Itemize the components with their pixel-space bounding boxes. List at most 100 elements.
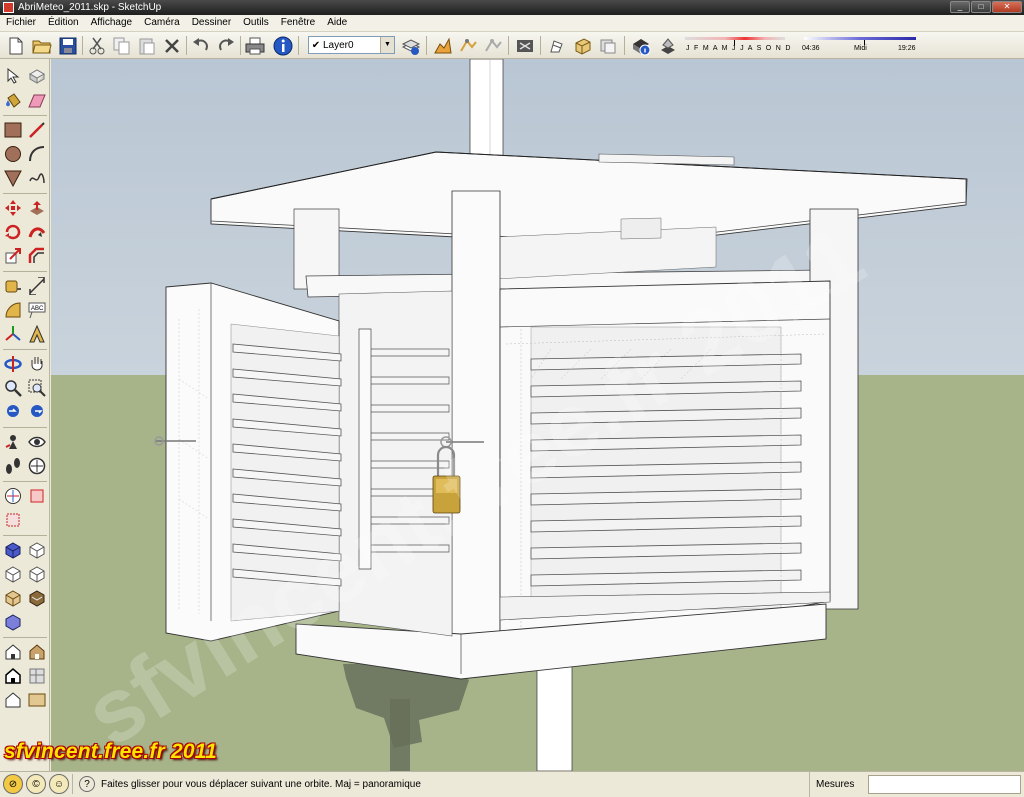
- menu-outils[interactable]: Outils: [237, 15, 275, 31]
- print-icon[interactable]: [244, 35, 265, 56]
- offset-icon[interactable]: [26, 245, 48, 267]
- follow-me-icon[interactable]: [26, 221, 48, 243]
- push-pull-icon[interactable]: [26, 197, 48, 219]
- right-view-icon[interactable]: [26, 563, 48, 585]
- copy-icon[interactable]: [111, 35, 132, 56]
- components-icon[interactable]: [457, 35, 478, 56]
- get-models-icon[interactable]: [546, 35, 567, 56]
- display-shadows-icon[interactable]: [657, 35, 678, 56]
- freehand-icon[interactable]: [26, 167, 48, 189]
- tape-measure-icon[interactable]: [2, 275, 24, 297]
- redo-icon[interactable]: [215, 35, 236, 56]
- share-model-icon[interactable]: [572, 35, 593, 56]
- back-edges-icon[interactable]: [26, 485, 48, 507]
- protractor-icon[interactable]: [2, 299, 24, 321]
- measures-input[interactable]: [868, 775, 1021, 794]
- top-view-icon[interactable]: [26, 539, 48, 561]
- credits-icon[interactable]: ©: [26, 774, 46, 794]
- left-view-icon[interactable]: [26, 587, 48, 609]
- zoom-extents-icon[interactable]: [26, 401, 48, 423]
- styles-icon[interactable]: [482, 35, 503, 56]
- menu-fichier[interactable]: Fichier: [0, 15, 42, 31]
- hidden-line-icon[interactable]: [26, 641, 48, 663]
- rotate-icon[interactable]: [2, 221, 24, 243]
- month-slider-handle[interactable]: [734, 40, 735, 45]
- front-view-icon[interactable]: [2, 563, 24, 585]
- select-icon[interactable]: [2, 65, 24, 87]
- svg-text:ABC: ABC: [31, 306, 44, 312]
- eraser-icon[interactable]: [26, 90, 48, 112]
- menu-dessiner[interactable]: Dessiner: [186, 15, 237, 31]
- back-view-icon[interactable]: [2, 587, 24, 609]
- maximize-button[interactable]: □: [971, 1, 991, 13]
- month-gradient: [685, 37, 785, 40]
- chevron-down-icon[interactable]: ▼: [380, 37, 394, 53]
- xray-icon[interactable]: [2, 485, 24, 507]
- shadow-panel: J F M A M J J A S O N D 04:36 Midi 19:26: [684, 34, 919, 58]
- monochrome-icon[interactable]: [2, 689, 24, 711]
- layer-manager-icon[interactable]: [400, 35, 421, 56]
- time-gradient: [804, 37, 916, 40]
- iso-view-icon[interactable]: [2, 539, 24, 561]
- orbit-icon[interactable]: [2, 353, 24, 375]
- paint-bucket-icon[interactable]: [2, 90, 24, 112]
- paste-icon[interactable]: [136, 35, 157, 56]
- rectangle-icon[interactable]: [2, 119, 24, 141]
- menu-aide[interactable]: Aide: [321, 15, 353, 31]
- line-icon[interactable]: [26, 119, 48, 141]
- new-icon[interactable]: [5, 35, 26, 56]
- model-info-icon[interactable]: [272, 35, 293, 56]
- shadow-settings-icon[interactable]: [630, 35, 651, 56]
- menu-affichage[interactable]: Affichage: [85, 15, 139, 31]
- axes-icon[interactable]: [2, 323, 24, 345]
- arc-icon[interactable]: [26, 143, 48, 165]
- textured-house-icon[interactable]: [26, 689, 48, 711]
- walk-icon[interactable]: [2, 455, 24, 477]
- zoom-icon[interactable]: [2, 377, 24, 399]
- layer-dropdown[interactable]: ✔ Layer0 ▼: [308, 36, 395, 54]
- open-icon[interactable]: [31, 35, 52, 56]
- close-button[interactable]: ✕: [992, 1, 1022, 13]
- minimize-button[interactable]: _: [950, 1, 970, 13]
- model-scene: sfvincent.free.fr 2011: [51, 59, 1024, 771]
- text-icon[interactable]: ABC: [26, 299, 48, 321]
- menu-edition[interactable]: Édition: [42, 15, 85, 31]
- cut-icon[interactable]: [86, 35, 107, 56]
- undo-icon[interactable]: [190, 35, 211, 56]
- look-around-icon[interactable]: [26, 431, 48, 453]
- position-camera-icon[interactable]: [2, 431, 24, 453]
- menu-camera[interactable]: Caméra: [138, 15, 186, 31]
- time-slider-handle[interactable]: [864, 40, 865, 45]
- help-icon[interactable]: ?: [79, 776, 95, 792]
- 3d-text-icon[interactable]: [26, 323, 48, 345]
- bottom-view-icon[interactable]: [2, 611, 24, 633]
- status-hint: Faites glisser pour vous déplacer suivan…: [101, 778, 421, 790]
- scale-icon[interactable]: [2, 245, 24, 267]
- make-component-icon[interactable]: [26, 65, 48, 87]
- shaded-icon[interactable]: [2, 665, 24, 687]
- share-component-icon[interactable]: [597, 35, 618, 56]
- section-plane-icon[interactable]: [26, 455, 48, 477]
- save-icon[interactable]: [57, 35, 78, 56]
- menu-fenetre[interactable]: Fenêtre: [275, 15, 321, 31]
- dimension-icon[interactable]: [26, 275, 48, 297]
- geo-location-icon[interactable]: ⊘: [3, 774, 23, 794]
- shaded-textures-icon[interactable]: [26, 665, 48, 687]
- section-display-icon[interactable]: [2, 509, 24, 531]
- zoom-window-icon[interactable]: [26, 377, 48, 399]
- measurements-box: Mesures: [809, 772, 1024, 797]
- erase-icon[interactable]: [161, 35, 182, 56]
- circle-icon[interactable]: [2, 143, 24, 165]
- time-start: 04:36: [802, 45, 820, 52]
- polygon-icon[interactable]: [2, 167, 24, 189]
- user-icon[interactable]: ☺: [49, 774, 69, 794]
- pan-icon[interactable]: [26, 353, 48, 375]
- move-icon[interactable]: [2, 197, 24, 219]
- model-viewport[interactable]: sfvincent.free.fr 2011: [51, 59, 1024, 771]
- wireframe-icon[interactable]: [2, 641, 24, 663]
- sandbox-icon[interactable]: [432, 35, 453, 56]
- scenes-icon[interactable]: [514, 35, 535, 56]
- month-labels: J F M A M J J A S O N D: [686, 45, 792, 52]
- previous-view-icon[interactable]: [2, 401, 24, 423]
- measures-label: Mesures: [816, 779, 855, 790]
